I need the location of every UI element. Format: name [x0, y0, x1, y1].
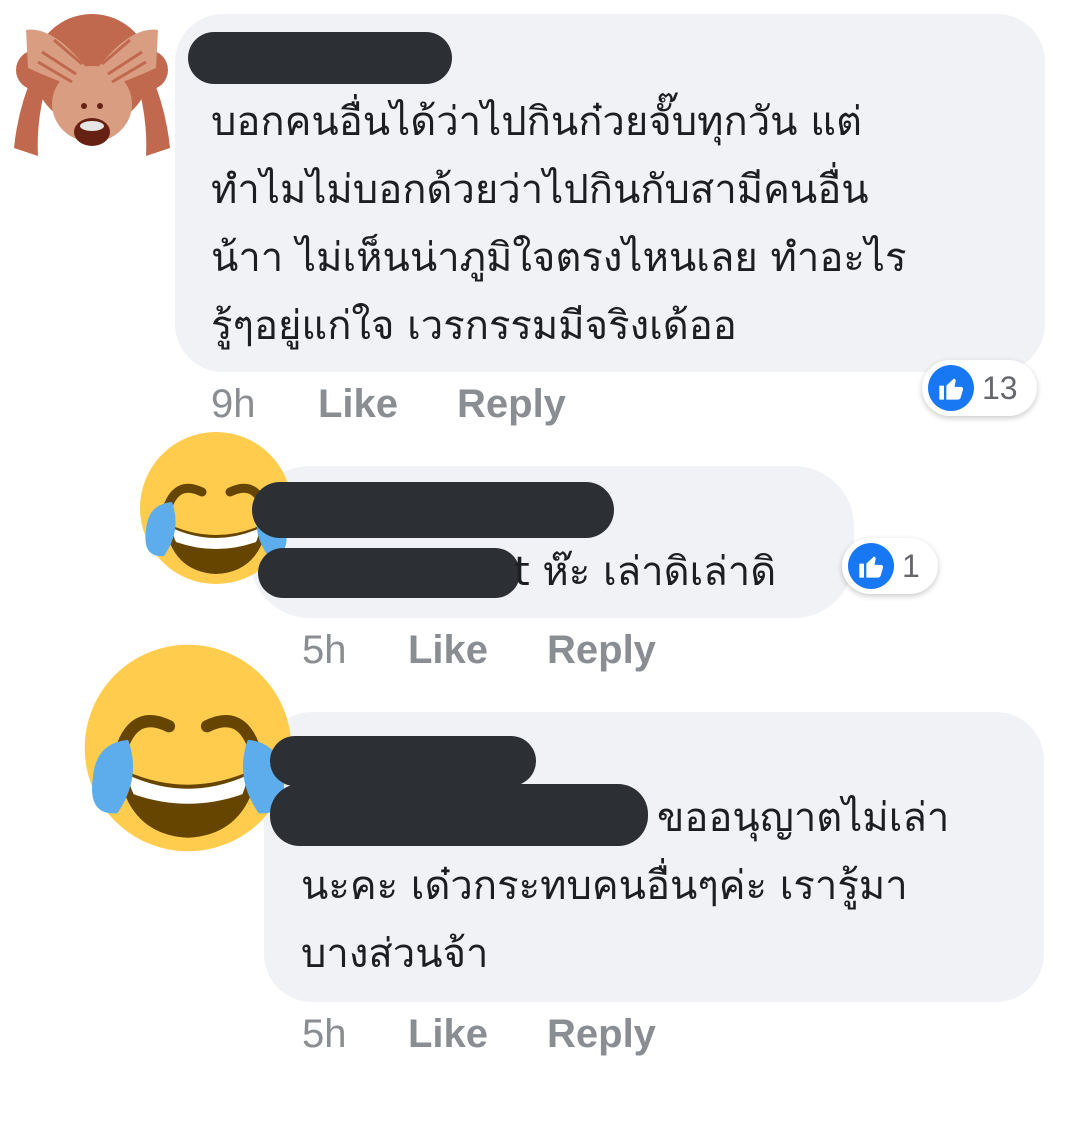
comment-time[interactable]: 5h: [302, 628, 347, 673]
redacted-author-name: [188, 32, 452, 84]
comment-time[interactable]: 9h: [211, 382, 256, 427]
comment-text-line: ขออนุญาตไม่เล่า: [657, 795, 950, 841]
thumbs-up-like-icon: [928, 365, 974, 411]
see-no-evil-monkey-icon[interactable]: [14, 8, 170, 156]
thumbs-up-like-icon: [848, 543, 894, 589]
reaction-badge[interactable]: 1: [842, 538, 938, 594]
reply-button[interactable]: Reply: [457, 382, 566, 427]
comment-text-line: น้าา ไม่เห็นน่าภูมิใจตรงไหนเลย ทำอะไร: [211, 235, 907, 281]
comment-text-line: นะคะ เด๋วกระทบคนอื่นๆค่ะ เรารู้มา: [301, 863, 908, 909]
like-button[interactable]: Like: [408, 1012, 488, 1057]
reaction-count: 1: [902, 547, 920, 584]
comment-text-line: รู้ๆอยู่แก่ใจ เวรกรรมมีจริงเด้ออ: [211, 303, 737, 349]
comment-text-line: บางส่วนจ้า: [301, 931, 489, 977]
comment-text-line: ทำไมไม่บอกด้วยว่าไปกินกับสามีคนอื่น: [211, 167, 869, 213]
redacted-author-name: [270, 736, 536, 786]
comment-text-line: t ห๊ะ เล่าดิเล่าดิ: [514, 549, 777, 595]
like-button[interactable]: Like: [318, 382, 398, 427]
redacted-mention: [258, 548, 520, 598]
reply-button[interactable]: Reply: [547, 1012, 656, 1057]
comment-time[interactable]: 5h: [302, 1012, 347, 1057]
reaction-count: 13: [982, 369, 1018, 406]
tears-of-joy-emoji-icon[interactable]: [82, 642, 294, 854]
reply-button[interactable]: Reply: [547, 628, 656, 673]
reaction-badge[interactable]: 13: [922, 360, 1037, 416]
comment-text-line: บอกคนอื่นได้ว่าไปกินก๋วยจั๊บทุกวัน แต่: [211, 99, 862, 145]
redacted-author-name: [252, 482, 614, 538]
like-button[interactable]: Like: [408, 628, 488, 673]
redacted-mention: [270, 784, 648, 846]
